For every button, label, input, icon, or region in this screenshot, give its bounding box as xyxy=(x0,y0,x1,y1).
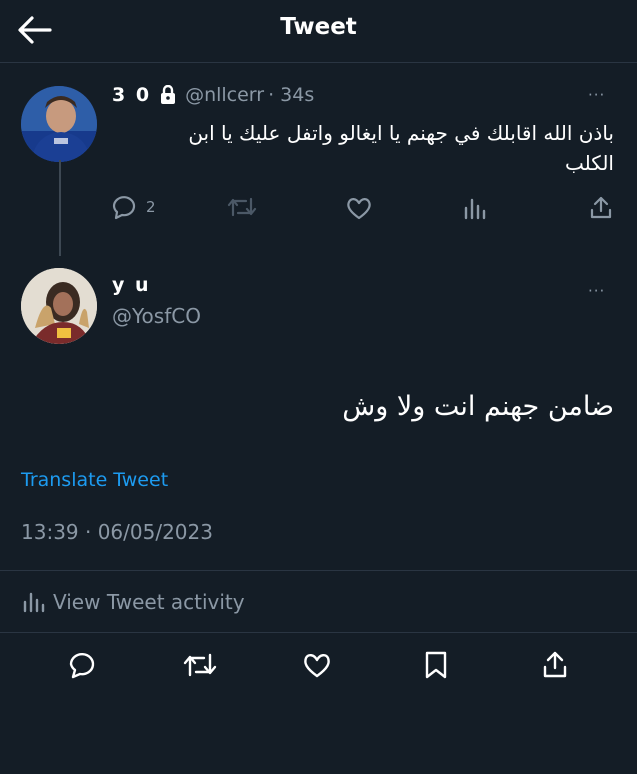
analytics-icon xyxy=(464,198,486,220)
header-divider xyxy=(0,62,637,63)
analytics-icon xyxy=(23,592,45,613)
top-bar: Tweet xyxy=(0,0,637,60)
share-icon xyxy=(543,651,567,678)
tweet-text: ضامن جهنم انت ولا وش xyxy=(342,391,614,422)
page-title: Tweet xyxy=(280,14,357,40)
tweet-time: · 34s xyxy=(268,84,315,106)
user-handle[interactable]: @YosfCO xyxy=(112,304,201,328)
avatar-image xyxy=(21,86,97,162)
retweet-button[interactable] xyxy=(182,651,218,679)
avatar[interactable] xyxy=(21,86,97,162)
tweet-text: باذن الله اقابلك في جهنم يا ايغالو واتفل… xyxy=(112,118,614,178)
retweet-icon xyxy=(183,653,217,677)
bookmark-icon xyxy=(425,651,447,679)
avatar-image xyxy=(21,268,97,344)
parent-tweet-header: 3 0 @nllcerr · 34s xyxy=(112,84,314,106)
display-name[interactable]: y u xyxy=(112,274,201,296)
display-name[interactable]: 3 0 xyxy=(112,84,151,106)
like-button[interactable] xyxy=(302,651,332,679)
heart-icon xyxy=(347,198,371,220)
view-tweet-activity-button[interactable]: View Tweet activity xyxy=(21,590,245,614)
more-options-button[interactable]: ··· xyxy=(588,86,605,104)
retweet-button[interactable] xyxy=(226,195,258,219)
user-handle[interactable]: @nllcerr xyxy=(185,84,264,106)
lock-icon xyxy=(161,85,176,104)
tweet-timestamp: 13:39 · 06/05/2023 xyxy=(21,520,213,544)
activity-label: View Tweet activity xyxy=(53,590,245,614)
thread-connector xyxy=(59,160,61,256)
reply-count: 2 xyxy=(146,198,156,216)
reply-button[interactable] xyxy=(67,650,97,680)
analytics-button[interactable] xyxy=(462,196,488,220)
avatar[interactable] xyxy=(21,268,97,344)
more-options-button[interactable]: ··· xyxy=(588,282,605,300)
main-tweet-header: y u @YosfCO xyxy=(112,274,201,328)
reply-icon xyxy=(112,196,136,220)
heart-icon xyxy=(304,654,330,678)
retweet-icon xyxy=(227,197,257,217)
share-icon xyxy=(590,196,612,219)
like-button[interactable] xyxy=(345,195,373,221)
reply-button[interactable]: 2 xyxy=(110,194,156,220)
share-button[interactable] xyxy=(588,195,614,221)
tweet-text-line: الكلب xyxy=(565,151,614,175)
bookmark-button[interactable] xyxy=(423,650,449,680)
divider xyxy=(0,632,637,633)
tweet-text-line: باذن الله اقابلك في جهنم يا ايغالو واتفل… xyxy=(188,121,614,145)
reply-icon xyxy=(69,653,95,679)
divider xyxy=(0,570,637,571)
translate-tweet-link[interactable]: Translate Tweet xyxy=(21,469,168,491)
share-button[interactable] xyxy=(541,650,569,680)
